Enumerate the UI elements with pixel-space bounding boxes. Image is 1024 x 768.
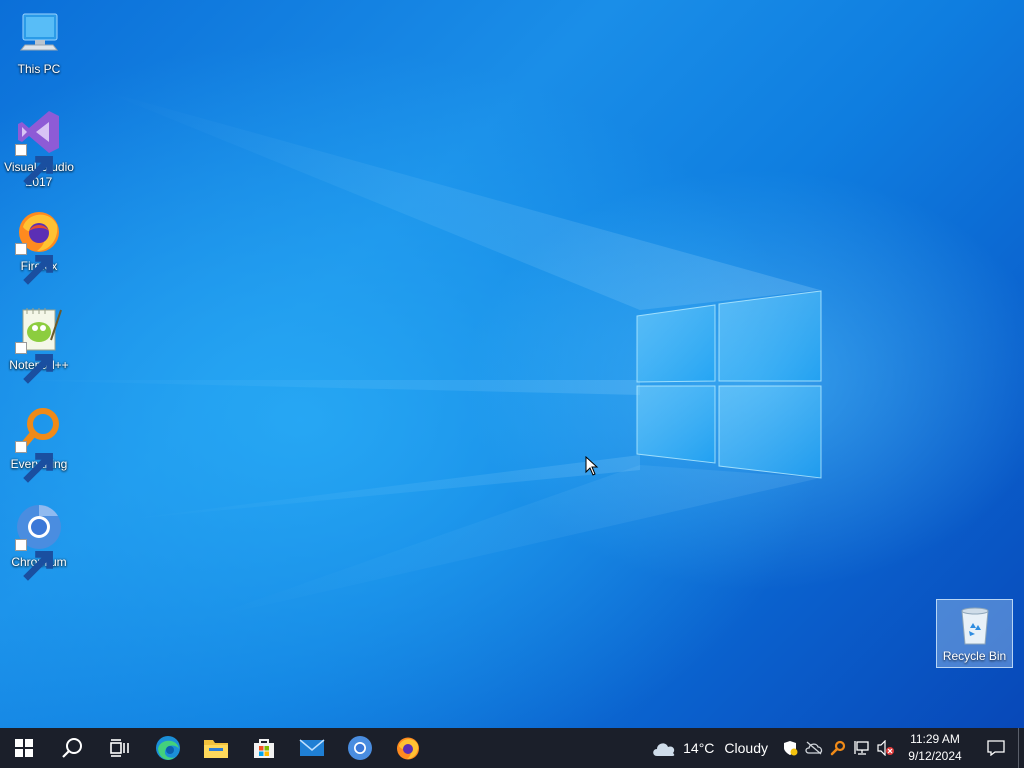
tray-item-security[interactable] [778, 728, 802, 768]
weather-condition: Cloudy [724, 740, 768, 756]
clock-date: 9/12/2024 [908, 749, 962, 763]
notification-icon [987, 740, 1005, 756]
clock[interactable]: 11:29 AM 9/12/2024 [898, 731, 974, 765]
desktop-icon-notepad-plus-plus[interactable]: Notepad++ [0, 306, 78, 384]
shortcut-arrow-icon [15, 243, 53, 285]
visual-studio-icon [15, 108, 63, 186]
weather-temperature: 14°C [683, 740, 715, 756]
mail-icon [299, 739, 325, 756]
desktop-icon-this-pc[interactable]: This PC [0, 10, 78, 77]
task-view-icon [110, 739, 129, 757]
shortcut-arrow-icon [15, 441, 53, 483]
wallpaper-windows-logo [636, 290, 822, 479]
search-icon [62, 738, 82, 758]
edge-icon [156, 736, 180, 760]
show-desktop-button[interactable] [1018, 728, 1024, 768]
weather-widget[interactable]: 14°C Cloudy [641, 728, 778, 768]
desktop-icon-label: Recycle Bin [942, 649, 1007, 663]
onedrive-offline-icon [805, 741, 823, 755]
taskbar-app-mail[interactable] [288, 728, 336, 768]
windows-start-icon [15, 739, 33, 757]
shortcut-arrow-icon [15, 144, 53, 186]
desktop-icon-firefox[interactable]: Firefox [0, 207, 78, 285]
desktop-icon-chromium[interactable]: Chromium [0, 503, 78, 581]
system-tray [778, 728, 898, 768]
taskbar: 14°C Cloudy 11:29 AM 9/12/2024 [0, 728, 1024, 768]
mouse-cursor-icon [585, 456, 599, 476]
firefox-icon [15, 207, 63, 285]
taskbar-app-chromium[interactable] [336, 728, 384, 768]
file-explorer-icon [204, 740, 228, 758]
tray-item-volume[interactable] [874, 728, 898, 768]
start-button[interactable] [0, 728, 48, 768]
taskbar-app-edge[interactable] [144, 728, 192, 768]
notification-center-button[interactable] [974, 728, 1018, 768]
recycle-bin-icon [953, 603, 997, 647]
cloud-icon [653, 743, 675, 756]
computer-icon [15, 10, 63, 58]
tray-item-onedrive[interactable] [802, 728, 826, 768]
desktop-icon-everything[interactable]: Everything [0, 405, 78, 483]
volume-muted-icon [877, 740, 894, 756]
shortcut-arrow-icon [15, 342, 53, 384]
desktop[interactable]: This PC Visual Studio 2017 Firefox Notep… [0, 0, 1024, 728]
security-shield-icon [784, 741, 798, 756]
task-view-button[interactable] [96, 728, 144, 768]
desktop-icon-label: This PC [17, 62, 61, 76]
clock-time: 11:29 AM [910, 732, 960, 746]
desktop-icon-recycle-bin[interactable]: Recycle Bin [936, 599, 1013, 668]
chromium-icon [348, 736, 372, 760]
search-button[interactable] [48, 728, 96, 768]
notepad-plus-plus-icon [15, 306, 63, 384]
taskbar-app-store[interactable] [240, 728, 288, 768]
everything-tray-icon [830, 740, 846, 756]
chromium-icon [15, 503, 63, 581]
desktop-icon-visual-studio[interactable]: Visual Studio 2017 [0, 108, 78, 190]
shortcut-arrow-icon [15, 539, 53, 581]
store-icon [254, 739, 274, 758]
taskbar-app-file-explorer[interactable] [192, 728, 240, 768]
tray-item-network[interactable] [850, 728, 874, 768]
everything-search-icon [15, 405, 63, 483]
taskbar-app-firefox[interactable] [384, 728, 432, 768]
tray-item-everything[interactable] [826, 728, 850, 768]
network-icon [854, 741, 869, 755]
firefox-icon [397, 737, 419, 760]
